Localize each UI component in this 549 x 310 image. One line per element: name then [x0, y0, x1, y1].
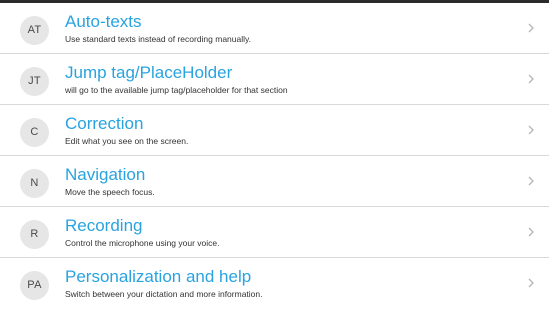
command-subtitle: Move the speech focus.: [65, 187, 155, 197]
avatar: R: [20, 220, 49, 249]
command-subtitle: Switch between your dictation and more i…: [65, 289, 263, 299]
command-subtitle: Control the microphone using your voice.: [65, 238, 220, 248]
command-item-correction[interactable]: C Correction Edit what you see on the sc…: [0, 105, 549, 156]
command-title: Recording: [65, 216, 143, 235]
command-item-recording[interactable]: R Recording Control the microphone using…: [0, 207, 549, 258]
command-item-navigation[interactable]: N Navigation Move the speech focus.: [0, 156, 549, 207]
command-title: Correction: [65, 114, 144, 133]
avatar: PA: [20, 271, 49, 300]
command-subtitle: Use standard texts instead of recording …: [65, 34, 251, 44]
command-title: Auto-texts: [65, 12, 142, 31]
chevron-right-icon: [528, 125, 534, 135]
command-subtitle: will go to the available jump tag/placeh…: [65, 85, 288, 95]
command-title: Navigation: [65, 165, 146, 184]
command-title: Jump tag/PlaceHolder: [65, 63, 233, 82]
command-item-personalization[interactable]: PA Personalization and help Switch betwe…: [0, 258, 549, 309]
command-item-jump-tag[interactable]: JT Jump tag/PlaceHolder will go to the a…: [0, 54, 549, 105]
avatar: C: [20, 118, 49, 147]
chevron-right-icon: [528, 74, 534, 84]
avatar: JT: [20, 67, 49, 96]
chevron-right-icon: [528, 278, 534, 288]
command-category-list: AT Auto-texts Use standard texts instead…: [0, 3, 549, 309]
chevron-right-icon: [528, 227, 534, 237]
chevron-right-icon: [528, 176, 534, 186]
command-item-auto-texts[interactable]: AT Auto-texts Use standard texts instead…: [0, 3, 549, 54]
command-subtitle: Edit what you see on the screen.: [65, 136, 189, 146]
command-title: Personalization and help: [65, 267, 252, 286]
avatar: N: [20, 169, 49, 198]
chevron-right-icon: [528, 23, 534, 33]
avatar: AT: [20, 16, 49, 45]
